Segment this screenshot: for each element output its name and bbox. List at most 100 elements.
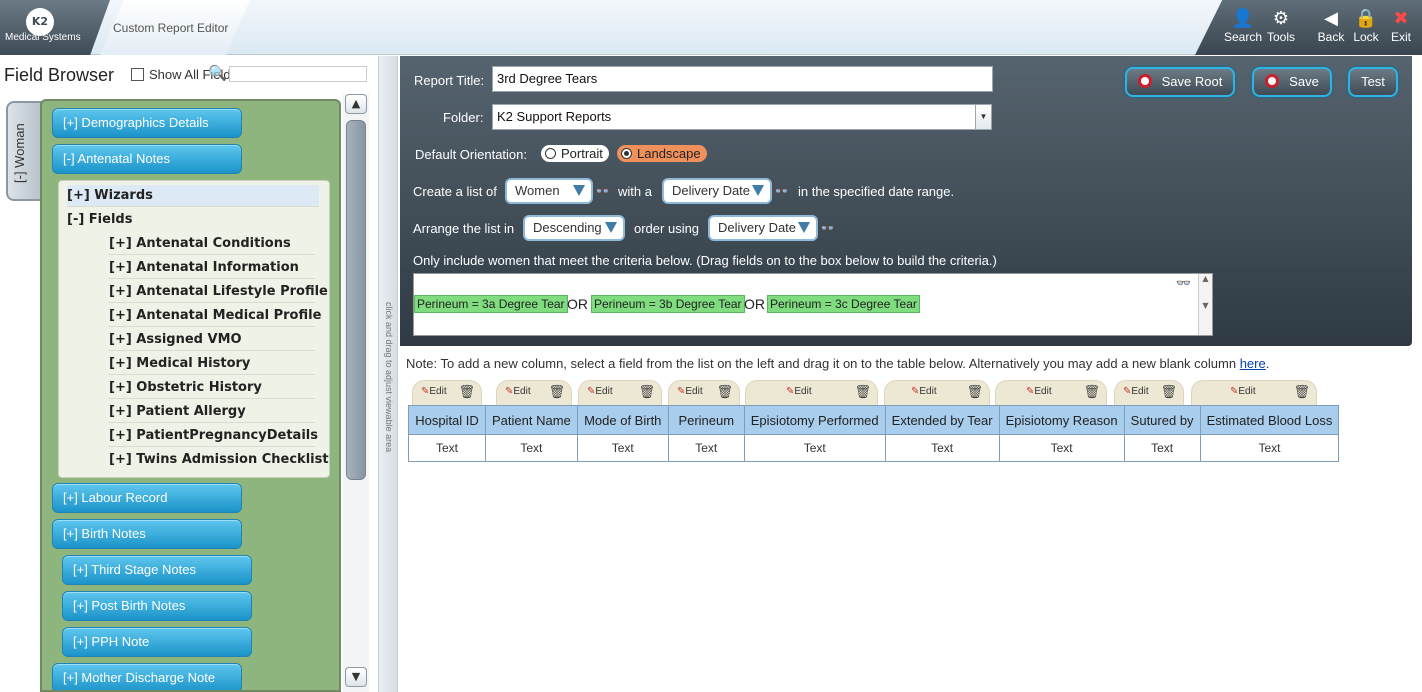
edit-label: Edit bbox=[685, 386, 703, 397]
column-header[interactable]: Estimated Blood Loss bbox=[1199, 405, 1340, 435]
edit-column-button[interactable]: ✎Edit bbox=[911, 386, 937, 397]
scroll-thumb[interactable] bbox=[346, 120, 366, 480]
back-button[interactable]: ◀ Back bbox=[1311, 6, 1351, 44]
gear-icon: ⚙ bbox=[1272, 8, 1290, 28]
edit-column-button[interactable]: ✎Edit bbox=[505, 386, 531, 397]
glasses-icon[interactable]: 👓 bbox=[774, 184, 789, 198]
trash-icon[interactable]: 🗑 bbox=[716, 385, 733, 400]
edit-column-button[interactable]: ✎Edit bbox=[587, 386, 613, 397]
section-third-stage-notes[interactable]: [+] Third Stage Notes bbox=[62, 555, 252, 585]
column-header[interactable]: Hospital ID bbox=[408, 405, 486, 435]
tree-item-field[interactable]: [+] PatientPregnancyDetails bbox=[109, 425, 318, 447]
section-birth-notes[interactable]: [+] Birth Notes bbox=[52, 519, 242, 549]
column-tab: ✎Edit 🗑 bbox=[1114, 380, 1184, 406]
save-button[interactable]: Save bbox=[1252, 67, 1332, 97]
glasses-icon[interactable]: 👓 bbox=[595, 184, 610, 198]
column-header[interactable]: Patient Name bbox=[485, 405, 578, 435]
add-blank-column-link[interactable]: here bbox=[1240, 356, 1266, 371]
lock-button[interactable]: 🔒 Lock bbox=[1346, 6, 1386, 44]
date-field-dropdown[interactable]: Delivery Date bbox=[662, 178, 772, 204]
show-all-fields-checkbox[interactable] bbox=[131, 68, 144, 81]
folder-select[interactable]: K2 Support Reports ▼ bbox=[492, 104, 992, 130]
tree-item-field[interactable]: [+] Antenatal Conditions bbox=[109, 233, 315, 255]
criteria-tag[interactable]: Perineum = 3c Degree Tear bbox=[767, 295, 920, 313]
tree-item-field[interactable]: [+] Medical History bbox=[109, 353, 315, 375]
subject-dropdown[interactable]: Women bbox=[505, 178, 593, 204]
trash-icon[interactable]: 🗑 bbox=[458, 385, 475, 400]
trash-icon[interactable]: 🗑 bbox=[1083, 385, 1100, 400]
section-antenatal-notes[interactable]: [-] Antenatal Notes bbox=[52, 144, 242, 174]
section-pph-note[interactable]: [+] PPH Note bbox=[62, 627, 252, 657]
edit-label: Edit bbox=[1131, 386, 1149, 397]
resize-divider[interactable]: click and drag to adjust viewable area bbox=[378, 56, 398, 692]
trash-icon[interactable]: 🗑 bbox=[1293, 385, 1310, 400]
dropdown-arrow-icon bbox=[798, 222, 810, 233]
tree-item-field[interactable]: [+] Antenatal Medical Profile bbox=[109, 305, 321, 327]
sort-field-dropdown[interactable]: Delivery Date bbox=[708, 215, 818, 241]
section-post-birth-notes[interactable]: [+] Post Birth Notes bbox=[62, 591, 252, 621]
tree-item-field[interactable]: [+] Antenatal Information bbox=[109, 257, 315, 279]
field-browser-header: Field Browser Show All Fields 🔍 bbox=[0, 56, 378, 96]
test-button[interactable]: Test bbox=[1348, 67, 1398, 97]
edit-column-button[interactable]: ✎Edit bbox=[1123, 386, 1149, 397]
criteria-scrollbar[interactable]: ▲ ▼ bbox=[1198, 274, 1212, 335]
record-icon bbox=[1265, 74, 1280, 88]
edit-column-button[interactable]: ✎Edit bbox=[786, 386, 812, 397]
criteria-tag[interactable]: Perineum = 3b Degree Tear bbox=[591, 295, 745, 313]
edit-column-button[interactable]: ✎Edit bbox=[1230, 386, 1256, 397]
tree-item-field[interactable]: [+] Antenatal Lifestyle Profile bbox=[109, 281, 328, 303]
sort-order-dropdown[interactable]: Descending bbox=[523, 215, 625, 241]
section-demographics-details[interactable]: [+] Demographics Details bbox=[52, 108, 242, 138]
trash-icon[interactable]: 🗑 bbox=[854, 385, 871, 400]
tree-item-field[interactable]: [+] Patient Allergy bbox=[109, 401, 315, 423]
column-header[interactable]: Episiotomy Reason bbox=[998, 405, 1125, 435]
tools-button[interactable]: ⚙ Tools bbox=[1261, 6, 1301, 44]
scroll-up-button[interactable]: ▲ bbox=[345, 94, 367, 114]
column-type-cell: Text bbox=[667, 434, 745, 462]
criteria-tag[interactable]: Perineum = 3a Degree Tear bbox=[414, 295, 568, 313]
section-labour-record[interactable]: [+] Labour Record bbox=[52, 483, 242, 513]
column-header[interactable]: Mode of Birth bbox=[576, 405, 669, 435]
save-root-button[interactable]: Save Root bbox=[1125, 67, 1235, 97]
exit-button[interactable]: ✖ Exit bbox=[1381, 6, 1421, 44]
field-search-input[interactable] bbox=[229, 66, 367, 82]
report-title-label: Report Title: bbox=[414, 73, 485, 88]
landscape-radio[interactable]: Landscape bbox=[617, 145, 707, 162]
portrait-radio[interactable]: Portrait bbox=[541, 145, 609, 162]
edit-label: Edit bbox=[595, 386, 613, 397]
column-header[interactable]: Episiotomy Performed bbox=[743, 405, 886, 435]
report-columns-table: Hospital ID Patient Name Mode of Birth P… bbox=[408, 405, 1340, 462]
trash-icon[interactable]: 🗑 bbox=[1160, 385, 1177, 400]
tree-item-field[interactable]: [+] Twins Admission Checklist bbox=[109, 449, 329, 471]
edit-label: Edit bbox=[919, 386, 937, 397]
scroll-down-button[interactable]: ▼ bbox=[345, 667, 367, 687]
edit-column-button[interactable]: ✎Edit bbox=[1026, 386, 1052, 397]
tab-custom-report-editor[interactable]: Custom Report Editor bbox=[100, 0, 250, 55]
tree-item-field[interactable]: [+] Assigned VMO bbox=[109, 329, 315, 351]
tree-item-wizards[interactable]: [+] Wizards bbox=[67, 185, 319, 207]
save-root-label: Save Root bbox=[1161, 74, 1223, 89]
edit-column-button[interactable]: ✎Edit bbox=[677, 386, 703, 397]
column-header[interactable]: Perineum bbox=[667, 405, 745, 435]
glasses-icon[interactable]: 👓 bbox=[820, 221, 835, 235]
column-header[interactable]: Extended by Tear bbox=[884, 405, 1000, 435]
edit-column-button[interactable]: ✎Edit bbox=[421, 386, 447, 397]
trash-icon[interactable]: 🗑 bbox=[638, 385, 655, 400]
tree-item-field[interactable]: [+] Obstetric History bbox=[109, 377, 315, 399]
report-title-input[interactable]: 3rd Degree Tears bbox=[492, 66, 993, 92]
woman-tab[interactable]: [-] Woman bbox=[6, 101, 42, 201]
trash-icon[interactable]: 🗑 bbox=[548, 385, 565, 400]
field-browser-scrollbar[interactable]: ▲ ▼ bbox=[343, 94, 369, 692]
search-button[interactable]: 👤 Search bbox=[1223, 6, 1263, 44]
landscape-label: Landscape bbox=[637, 146, 701, 161]
section-mother-discharge-note[interactable]: [+] Mother Discharge Note bbox=[52, 663, 242, 690]
tree-item-fields[interactable]: [-] Fields bbox=[67, 209, 319, 231]
save-label: Save bbox=[1289, 74, 1319, 89]
arrange-prefix: Arrange the list in bbox=[413, 221, 515, 236]
trash-icon[interactable]: 🗑 bbox=[966, 385, 983, 400]
column-header[interactable]: Sutured by bbox=[1123, 405, 1201, 435]
criteria-drop-box[interactable]: Perineum = 3a Degree Tear OR Perineum = … bbox=[413, 273, 1213, 336]
glasses-icon[interactable]: 👓 bbox=[1176, 276, 1191, 290]
column-type-cell: Text bbox=[884, 434, 1000, 462]
column-type-cell: Text bbox=[1199, 434, 1340, 462]
